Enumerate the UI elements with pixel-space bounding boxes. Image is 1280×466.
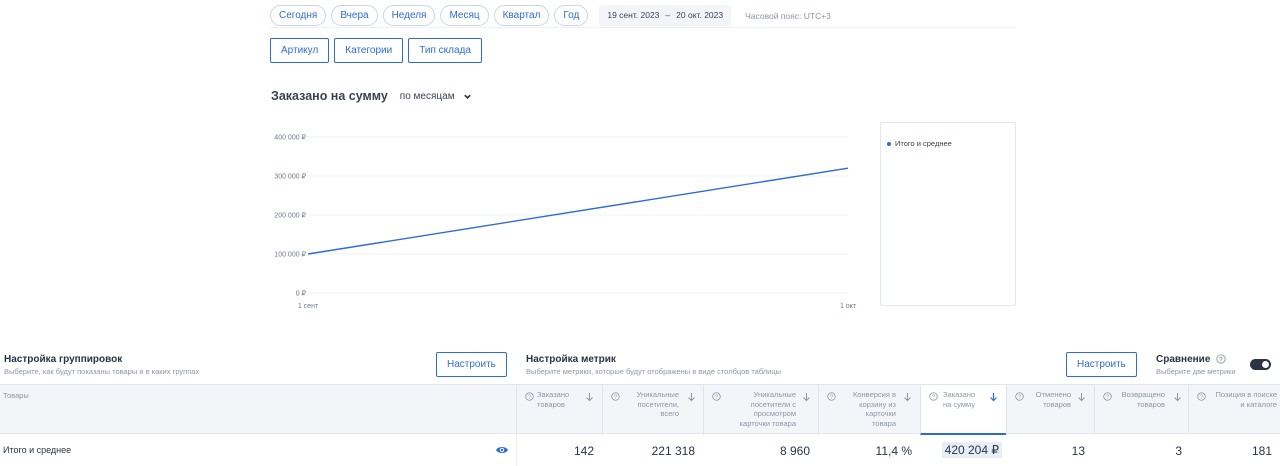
cell-returned: 3 <box>1175 444 1182 458</box>
y-tick-label: 100 000 ₽ <box>274 251 306 259</box>
date-range-picker[interactable]: 19 сент. 2023 – 20 окт. 2023 <box>599 5 732 26</box>
y-tick-label: 200 000 ₽ <box>274 212 306 220</box>
y-tick-label: 0 ₽ <box>296 290 307 298</box>
tab-article[interactable]: Артикул <box>270 38 330 63</box>
chart-period-label: по месяцам <box>399 90 455 102</box>
tab-warehouse-type[interactable]: Тип склада <box>408 38 482 63</box>
svg-text:?: ? <box>1219 357 1223 364</box>
metric-settings-subtitle: Выберите метрики, которые будут отображе… <box>526 367 782 376</box>
column-header-cart-conversion[interactable]: ? Конверсия в корзину из карточки товара <box>818 385 920 435</box>
column-header-goods: Товары <box>3 391 29 400</box>
period-filter: Сегодня Вчера Неделя Месяц Квартал Год 1… <box>270 5 831 26</box>
column-header-ordered-items[interactable]: ? Заказано товаров <box>516 385 602 435</box>
chart-period-select[interactable]: по месяцам <box>400 91 472 102</box>
period-week[interactable]: Неделя <box>382 5 436 26</box>
help-icon[interactable]: ? <box>611 392 620 401</box>
column-header-returned[interactable]: ? Возвращено товаров <box>1094 385 1188 435</box>
column-header-ordered-sum[interactable]: ? Заказано на сумму <box>920 385 1006 435</box>
help-icon[interactable]: ? <box>1216 354 1226 365</box>
legend-dot-icon <box>887 141 891 146</box>
comparison-toggle[interactable] <box>1250 359 1271 370</box>
sort-arrow-icon[interactable] <box>802 392 811 402</box>
y-tick-label: 400 000 ₽ <box>274 134 306 142</box>
date-to: 20 окт. 2023 <box>676 10 724 20</box>
sort-arrow-icon[interactable] <box>1077 392 1086 402</box>
sort-arrow-icon[interactable] <box>687 392 696 402</box>
column-header-visitors-with-card-view[interactable]: ? Уникальные посетители с просмотром кар… <box>703 385 818 435</box>
period-quarter[interactable]: Квартал <box>493 5 550 26</box>
help-icon[interactable]: ? <box>1103 392 1112 401</box>
period-today[interactable]: Сегодня <box>270 5 327 26</box>
grouping-settings-title: Настройка группировок <box>4 354 123 365</box>
x-tick-label: 1 сент <box>298 303 319 310</box>
grouping-settings-subtitle: Выберите, как будут показаны товары и в … <box>4 367 200 376</box>
eye-icon[interactable] <box>495 445 509 455</box>
chart-title: Заказано на сумму <box>271 89 388 103</box>
table-header: Товары ? Заказано товаров ? Уникальные п… <box>0 384 1280 435</box>
x-tick-label: 1 окт <box>840 303 857 310</box>
help-icon[interactable]: ? <box>827 392 836 401</box>
metric-settings-title: Настройка метрик <box>526 354 616 365</box>
comparison-title: Сравнение <box>1156 354 1211 365</box>
help-icon[interactable]: ? <box>1197 392 1206 401</box>
column-label: Возвращено товаров <box>1121 390 1165 409</box>
series-line <box>307 167 849 255</box>
sort-arrow-icon[interactable] <box>903 392 912 402</box>
tab-categories[interactable]: Категории <box>334 38 404 63</box>
help-icon[interactable]: ? <box>525 392 534 401</box>
date-separator: – <box>665 10 671 20</box>
cell-ordered-items: 142 <box>573 444 594 458</box>
divider <box>270 27 1016 28</box>
cell-unique-visitors: 221 318 <box>651 444 695 458</box>
legend-label: Итого и среднее <box>895 139 952 148</box>
legend-item[interactable]: Итого и среднее <box>887 139 952 148</box>
sort-arrow-icon[interactable] <box>585 392 594 402</box>
column-label: Заказано товаров <box>537 390 570 409</box>
comparison-subtitle: Выберите две метрики <box>1156 367 1236 376</box>
column-label: Позиция в поиске и каталоге <box>1215 390 1277 409</box>
sort-arrow-icon[interactable] <box>1173 392 1182 402</box>
chart-legend: Итого и среднее <box>880 122 1016 306</box>
timezone-label: Часовой пояс: UTC+3 <box>745 10 831 21</box>
table-row[interactable]: Итого и среднее 142 221 318 8 960 11,4 %… <box>0 434 1280 466</box>
date-from: 19 сент. 2023 <box>607 10 660 20</box>
comparison-title-wrap: Сравнение ? <box>1156 354 1226 365</box>
cell-visitors-card-view: 8 960 <box>779 444 810 458</box>
cell-cancelled: 13 <box>1071 444 1085 458</box>
sort-arrow-icon[interactable] <box>989 392 998 402</box>
metric-configure-button[interactable]: Настроить <box>1066 352 1137 377</box>
column-header-unique-visitors[interactable]: ? Уникальные посетители, всего <box>602 385 703 435</box>
period-month[interactable]: Месяц <box>440 5 489 26</box>
help-icon[interactable]: ? <box>1015 392 1024 401</box>
column-label: Заказано на сумму <box>943 390 976 409</box>
row-name: Итого и среднее <box>3 445 72 455</box>
column-label: Уникальные посетители с просмотром карто… <box>739 390 796 428</box>
help-icon[interactable]: ? <box>929 392 938 401</box>
column-label: Отменено товаров <box>1035 390 1071 409</box>
grouping-configure-button[interactable]: Настроить <box>436 352 507 377</box>
cell-divider <box>516 434 517 466</box>
grouping-tabs: Артикул Категории Тип склада <box>270 38 487 63</box>
column-header-cancelled[interactable]: ? Отменено товаров <box>1006 385 1094 435</box>
chevron-down-icon <box>463 94 471 99</box>
help-icon[interactable]: ? <box>712 392 721 401</box>
cell-ordered-sum: 420 204 ₽ <box>941 442 1002 458</box>
toggle-knob <box>1262 361 1269 368</box>
period-year[interactable]: Год <box>554 5 589 26</box>
cell-search-position: 181 <box>1251 444 1272 458</box>
period-yesterday[interactable]: Вчера <box>331 5 378 26</box>
column-header-search-position[interactable]: ? Позиция в поиске и каталоге <box>1188 385 1280 435</box>
y-tick-label: 300 000 ₽ <box>274 173 306 181</box>
chart-header: Заказано на сумму по месяцам <box>271 89 472 103</box>
cell-cart-conversion: 11,4 % <box>875 444 912 458</box>
column-label: Уникальные посетители, всего <box>636 390 679 418</box>
line-chart: 0 ₽ 100 000 ₽ 200 000 ₽ 300 000 ₽ 400 000 ₽ 1… <box>274 134 857 311</box>
column-label: Конверсия в корзину из карточки товара <box>853 390 896 428</box>
